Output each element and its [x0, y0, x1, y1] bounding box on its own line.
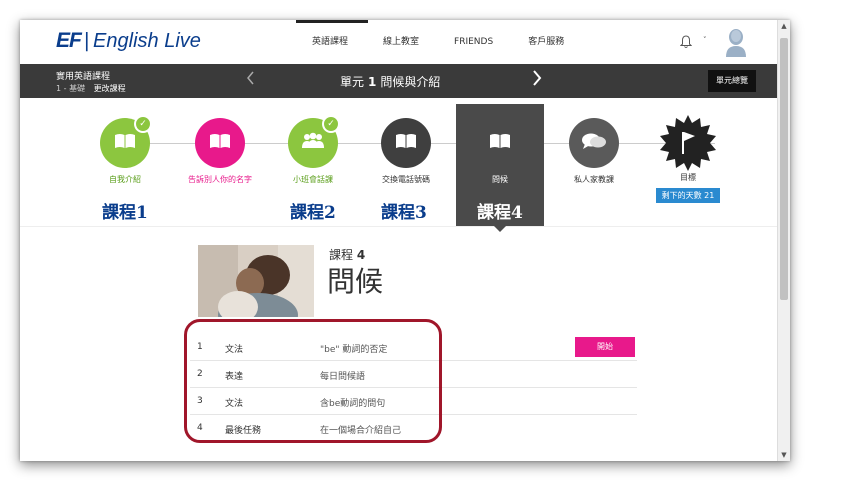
avatar[interactable]	[725, 27, 747, 57]
browser-frame: EF | English Live 英語課程 線上教室 FRIENDS 客戶服務…	[20, 20, 790, 461]
step-label: 自我介紹	[109, 175, 141, 184]
goal-badge-shape	[659, 114, 717, 172]
lesson-annotation-4: 課程4	[477, 203, 523, 223]
logo-name: English Live	[93, 29, 201, 52]
ef-logo-mark: EF	[56, 29, 82, 52]
lesson-steps: ✓ 自我介紹 告訴別人你的名字 ✓ 小班會話課 交換電話號碼 問候 私人家教課 …	[20, 98, 778, 232]
unit-name: 問候與介紹	[380, 75, 441, 89]
step-label: 小班會話課	[293, 175, 333, 184]
book-icon	[209, 133, 231, 153]
book-icon	[114, 133, 136, 153]
step-private-tutor[interactable]: 私人家教課	[544, 118, 644, 185]
chevron-down-icon[interactable]: ˅	[703, 36, 707, 44]
lesson-annotation-3: 課程3	[381, 203, 427, 223]
nav-online-classroom[interactable]: 線上教室	[383, 20, 419, 64]
activity-highlight-outline	[184, 319, 442, 443]
checkmark-icon: ✓	[322, 115, 340, 133]
change-course-link[interactable]: 更改課程	[94, 84, 126, 93]
step-label: 問候	[492, 175, 508, 184]
unit-prefix: 單元	[340, 75, 365, 89]
nav-customer-service[interactable]: 客戶服務	[528, 20, 564, 64]
step-goal[interactable]: 目標 剩下的天數 21	[638, 114, 738, 203]
book-icon	[395, 133, 417, 153]
step-label: 目標	[680, 173, 696, 182]
step-label: 私人家教課	[574, 175, 614, 184]
logo-separator: |	[83, 29, 90, 52]
top-nav: EF | English Live 英語課程 線上教室 FRIENDS 客戶服務…	[20, 20, 778, 64]
scroll-up-icon[interactable]: ▲	[778, 20, 790, 32]
chat-icon	[581, 132, 607, 154]
scrollbar-thumb[interactable]	[780, 38, 788, 300]
lesson-annotation-1: 課程1	[102, 203, 148, 223]
scroll-down-icon[interactable]: ▼	[778, 449, 790, 461]
nav-english-courses[interactable]: 英語課程	[295, 20, 369, 64]
english-live-logo[interactable]: EF | English Live	[56, 29, 201, 53]
unit-overview-button[interactable]: 單元總覽	[708, 70, 756, 92]
nav-friends[interactable]: FRIENDS	[454, 20, 493, 64]
step-circle	[195, 118, 245, 168]
group-icon	[299, 132, 327, 154]
step-tell-name[interactable]: 告訴別人你的名字	[170, 118, 270, 185]
course-title: 實用英語課程	[56, 72, 111, 82]
bell-icon[interactable]	[679, 35, 693, 53]
book-icon	[489, 133, 511, 153]
unit-number: 1	[368, 75, 377, 89]
chevron-left-icon[interactable]	[246, 71, 255, 89]
lesson-photo	[198, 245, 314, 317]
start-button[interactable]: 開始	[575, 337, 635, 357]
vertical-scrollbar[interactable]: ▲ ▼	[777, 20, 790, 461]
days-left-badge: 剩下的天數 21	[655, 188, 721, 203]
step-group-class[interactable]: ✓ 小班會話課	[263, 115, 363, 185]
lesson-title: 問候	[327, 265, 384, 298]
step-circle	[569, 118, 619, 168]
step-self-introduction[interactable]: ✓ 自我介紹	[75, 115, 175, 185]
unit-title: 單元 1 問候與介紹	[340, 73, 440, 90]
lesson-annotation-2: 課程2	[290, 203, 336, 223]
step-exchange-phone[interactable]: 交換電話號碼	[356, 118, 456, 185]
step-label: 告訴別人你的名字	[188, 175, 252, 184]
step-label: 交換電話號碼	[382, 175, 430, 184]
unit-bar: 實用英語課程 1 - 基礎 更改課程 單元 1 問候與介紹 單元總覽	[20, 64, 778, 98]
step-circle	[381, 118, 431, 168]
checkmark-icon: ✓	[134, 115, 152, 133]
step-greetings[interactable]: 問候	[450, 118, 550, 185]
step-circle: ✓	[100, 115, 152, 168]
course-level-row: 1 - 基礎 更改課程	[56, 83, 126, 94]
chevron-right-icon[interactable]	[532, 70, 542, 90]
course-level: 1 - 基礎	[56, 84, 86, 93]
step-circle: ✓	[288, 115, 340, 168]
main-nav: 英語課程 線上教室 FRIENDS 客戶服務	[295, 20, 599, 64]
step-circle	[475, 118, 525, 168]
